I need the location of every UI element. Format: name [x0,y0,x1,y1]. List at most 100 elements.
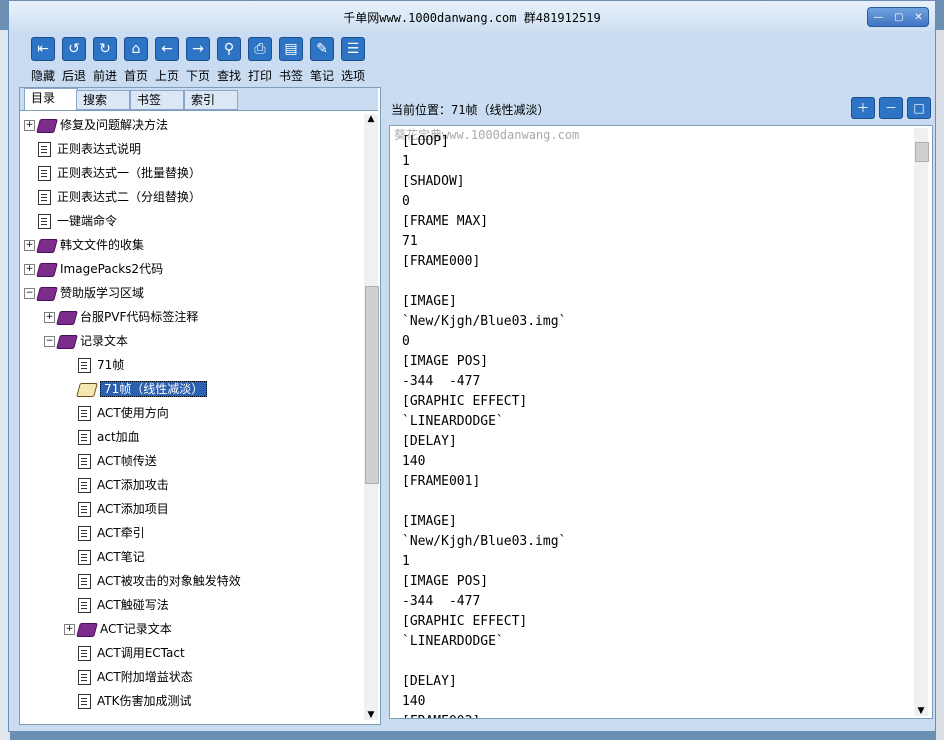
tree-item-label: 台服PVF代码标签注释 [80,310,199,324]
expand-icon[interactable]: + [44,312,55,323]
scroll-up-arrow-icon[interactable]: ▲ [364,114,378,124]
book-icon [36,286,58,301]
text-line: 140 [402,694,426,709]
bookmark-button[interactable]: ▤ 书签 [275,37,307,84]
tab-bookmarks[interactable]: 书签 [130,90,184,110]
notes-button[interactable]: ✎ 笔记 [306,37,338,84]
expand-icon[interactable]: + [64,624,75,635]
tree-item[interactable]: − 记录文本 [44,330,128,352]
tree-item[interactable]: ACT使用方向 [64,402,169,424]
content-scroll-thumb[interactable] [915,142,929,162]
tree-scroll-thumb[interactable] [365,286,379,484]
tree-item[interactable]: 正则表达式一（批量替换） [24,162,201,184]
page-icon [78,454,91,469]
book-icon [36,118,58,133]
tab-index[interactable]: 索引 [184,90,238,110]
zoom-out-icon[interactable]: － [879,97,903,119]
text-line: `New/Kjgh/Blue03.img` [402,314,567,329]
tree-item[interactable]: ACT添加项目 [64,498,169,520]
tree-scrollbar[interactable]: ▲ ▼ [364,114,379,720]
print-button[interactable]: ⎙ 打印 [244,37,276,84]
location-label: 当前位置： [391,103,452,117]
page-icon [78,646,91,661]
toolbar-label: 笔记 [309,69,334,83]
content-scrollbar[interactable]: ▼ [914,128,929,716]
text-line: `New/Kjgh/Blue03.img` [402,534,567,549]
tree-item[interactable]: ACT附加增益状态 [64,666,193,688]
document-view: 葵花宝典www.1000danwang.com [LOOP] 1 [SHADOW] 0… [389,125,933,719]
maximize-button[interactable]: ▢ [894,12,903,23]
text-line: [GRAPHIC EFFECT] [402,394,528,409]
text-line: 1 [402,554,410,569]
desktop-background-right [936,30,944,740]
tree-item-label: ACT被攻击的对象触发特效 [97,574,241,588]
tab-contents[interactable]: 目录 [24,88,78,110]
tree-item[interactable]: ACT添加攻击 [64,474,169,496]
tree-item[interactable]: 71帧（线性减淡） [64,378,208,400]
next-button[interactable]: → 下页 [182,37,214,84]
back-button[interactable]: ↺ 后退 [58,37,90,84]
toolbar-label: 选项 [340,69,365,83]
fullscreen-icon[interactable]: □ [907,97,931,119]
collapse-icon[interactable]: − [24,288,35,299]
window-controls: — ▢ ✕ [867,7,929,27]
prev-button[interactable]: ← 上页 [151,37,183,84]
page-icon [78,694,91,709]
minimize-button[interactable]: — [873,12,883,23]
tree-item-label: 正则表达式一（批量替换） [57,166,202,180]
expand-icon[interactable]: + [24,240,35,251]
tree-item-label: 一键端命令 [57,214,118,228]
book-icon [36,238,58,253]
hide-button[interactable]: ⇤ 隐藏 [27,37,59,84]
find-button[interactable]: ⚲ 查找 [213,37,245,84]
text-line: [DELAY] [402,434,457,449]
text-line: `LINEARDODGE` [402,634,504,649]
tree-item[interactable]: − 赞助版学习区域 [24,282,144,304]
contents-tree: + 修复及问题解决方法 正则表达式说明正则表达式一（批量替换） 正则表达式二（分组替换… [24,114,364,718]
content-scroll-down-arrow-icon[interactable]: ▼ [914,706,928,716]
tree-item[interactable]: + 修复及问题解决方法 [24,114,168,136]
tree-item[interactable]: + ImagePacks2代码 [24,258,163,280]
toolbar-label: 书签 [278,69,303,83]
text-line: 140 [402,454,426,469]
text-line: `LINEARDODGE` [402,414,504,429]
scroll-down-arrow-icon[interactable]: ▼ [364,710,378,720]
tree-item[interactable]: ACT牵引 [64,522,145,544]
text-line: [GRAPHIC EFFECT] [402,614,528,629]
tree-item[interactable]: ACT笔记 [64,546,145,568]
text-line: [SHADOW] [402,174,465,189]
help-window: 千单网www.1000danwang.com 群481912519 — ▢ ✕ … [8,0,936,732]
tree-item[interactable]: 正则表达式说明 [24,138,141,160]
tree-item[interactable]: ACT触碰写法 [64,594,169,616]
expand-icon[interactable]: + [24,120,35,131]
text-line: [IMAGE POS] [402,574,489,589]
toolbar-label: 上页 [154,69,179,83]
tab-search[interactable]: 搜索 [76,90,130,110]
tree-item[interactable]: 71帧 [64,354,124,376]
close-button[interactable]: ✕ [914,12,922,23]
text-line [402,652,566,672]
expand-icon[interactable]: + [24,264,35,275]
tree-item-label: 正则表达式二（分组替换） [57,190,202,204]
page-icon [78,598,91,613]
forward-button[interactable]: ↻ 前进 [89,37,121,84]
collapse-icon[interactable]: − [44,336,55,347]
tree-item[interactable]: act加血 [64,426,140,448]
page-icon [78,502,91,517]
tree-item[interactable]: + 韩文文件的收集 [24,234,144,256]
text-line: 0 [402,194,410,209]
tree-item[interactable]: ACT被攻击的对象触发特效 [64,570,241,592]
tree-item[interactable]: ATK伤害加成测试 [64,690,191,712]
tree-item[interactable]: 一键端命令 [24,210,117,232]
book-icon [76,622,98,637]
tree-item[interactable]: + ACT记录文本 [64,618,172,640]
tree-item-label: ACT添加项目 [97,502,169,516]
tree-item[interactable]: + 台服PVF代码标签注释 [44,306,198,328]
tree-item[interactable]: ACT调用ECTact [64,642,185,664]
toolbar-label: 前进 [92,69,117,83]
home-button[interactable]: ⌂ 首页 [120,37,152,84]
zoom-in-icon[interactable]: ＋ [851,97,875,119]
tree-item[interactable]: 正则表达式二（分组替换） [24,186,201,208]
tree-item[interactable]: ACT帧传送 [64,450,157,472]
options-button[interactable]: ☰ 选项 [337,37,369,84]
